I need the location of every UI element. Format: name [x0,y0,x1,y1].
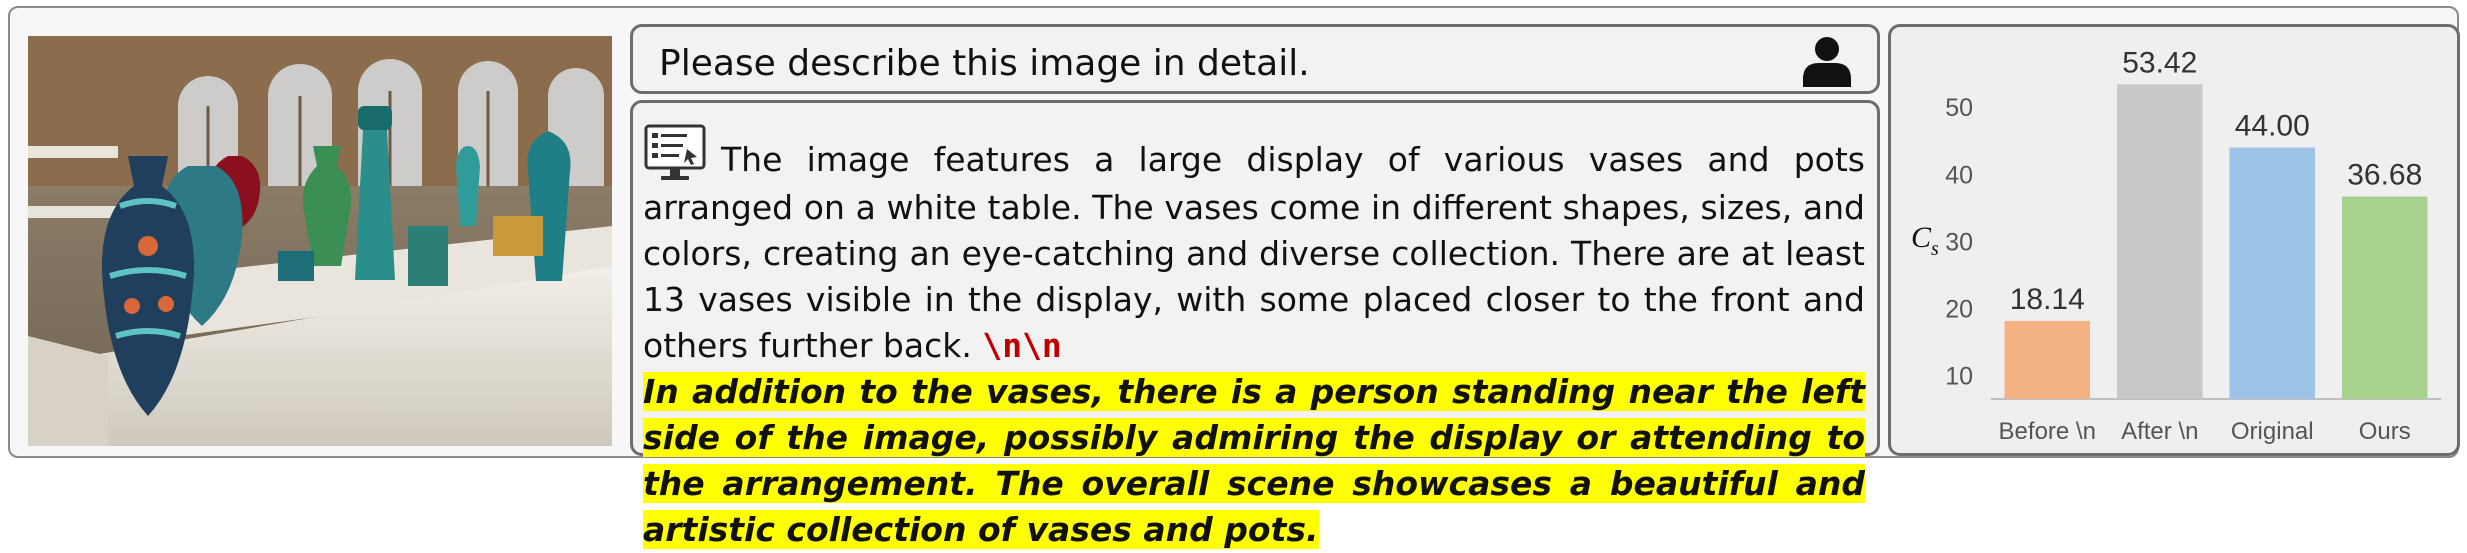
answer-plain: The image features a large display of va… [643,140,1865,365]
x-tick-label: Ours [2359,418,2411,445]
question-text: Please describe this image in detail. [659,43,1310,84]
monitor-chat-icon [644,124,706,180]
chart-box: 10 20 30 40 50 Cs 18.14 Before \n 53.42 After \n 4… [1888,24,2460,456]
newline-token: \n\n [982,326,1062,365]
data-label: 44.00 [2235,109,2310,142]
bar [2004,320,2090,399]
x-tick-label: After \n [2121,418,2198,445]
y-tick-label: 30 [1945,228,1973,256]
bar [2117,84,2203,399]
answer-highlighted: In addition to the vases, there is a per… [643,372,1865,549]
bar [2342,196,2428,399]
y-tick-label: 50 [1945,94,1973,122]
answer-box: The image features a large display of va… [630,100,1880,549]
y-tick-label: 20 [1945,295,1973,323]
user-icon [1803,37,1851,87]
bar [2229,147,2315,399]
data-label: 36.68 [2347,159,2422,192]
y-axis-label-subscript: s [1931,238,1939,260]
y-tick-label: 10 [1945,363,1973,391]
x-tick-label: Before \n [1999,418,2096,445]
data-label: 18.14 [2010,283,2085,316]
figure-panel: Please describe this image in detail. Th… [8,6,2460,549]
y-tick-label: 40 [1945,161,1973,189]
question-box: Please describe this image in detail. [630,24,1880,94]
answer-text: The image features a large display of va… [643,123,1865,553]
x-tick-label: Original [2231,418,2314,445]
y-axis-label: Cs [1911,221,1939,260]
data-label: 53.42 [2122,46,2197,79]
bar-chart: 10 20 30 40 50 Cs 18.14 Before \n 53.42 After \n 4… [1911,46,2441,445]
museum-photo [28,36,612,446]
